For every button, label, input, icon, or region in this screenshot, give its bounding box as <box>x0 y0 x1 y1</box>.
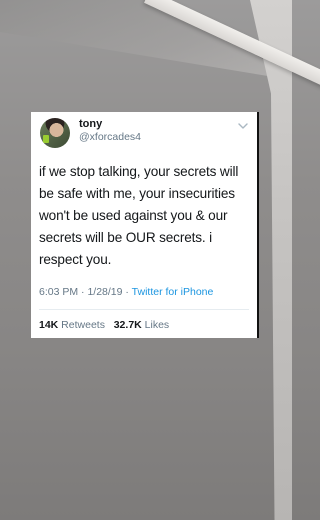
tweet-date[interactable]: 1/28/19 <box>87 286 122 298</box>
tweet-stats: 14K Retweets 32.7K Likes <box>39 319 169 331</box>
likes-stat[interactable]: 32.7K Likes <box>114 319 169 331</box>
avatar-accent <box>43 135 49 143</box>
likes-count: 32.7K <box>113 319 142 331</box>
meta-separator: · <box>122 286 132 298</box>
chevron-down-icon[interactable] <box>237 120 249 132</box>
retweets-count: 14K <box>39 319 59 331</box>
user-handle[interactable]: @xforcades4 <box>79 131 141 143</box>
display-name[interactable]: tony <box>79 118 102 130</box>
tweet-card: tony @xforcades4 if we stop talking, you… <box>31 112 259 338</box>
tweet-source[interactable]: Twitter for iPhone <box>132 286 214 298</box>
likes-label: Likes <box>141 319 170 331</box>
avatar[interactable] <box>40 118 70 148</box>
retweets-label: Retweets <box>58 319 105 331</box>
divider <box>39 309 249 310</box>
retweets-stat[interactable]: 14K Retweets <box>39 319 105 331</box>
tweet-text: if we stop talking, your secrets will be… <box>39 164 239 267</box>
tweet-time[interactable]: 6:03 PM <box>39 286 78 298</box>
tweet-meta: 6:03 PM · 1/28/19 · Twitter for iPhone <box>39 286 213 298</box>
